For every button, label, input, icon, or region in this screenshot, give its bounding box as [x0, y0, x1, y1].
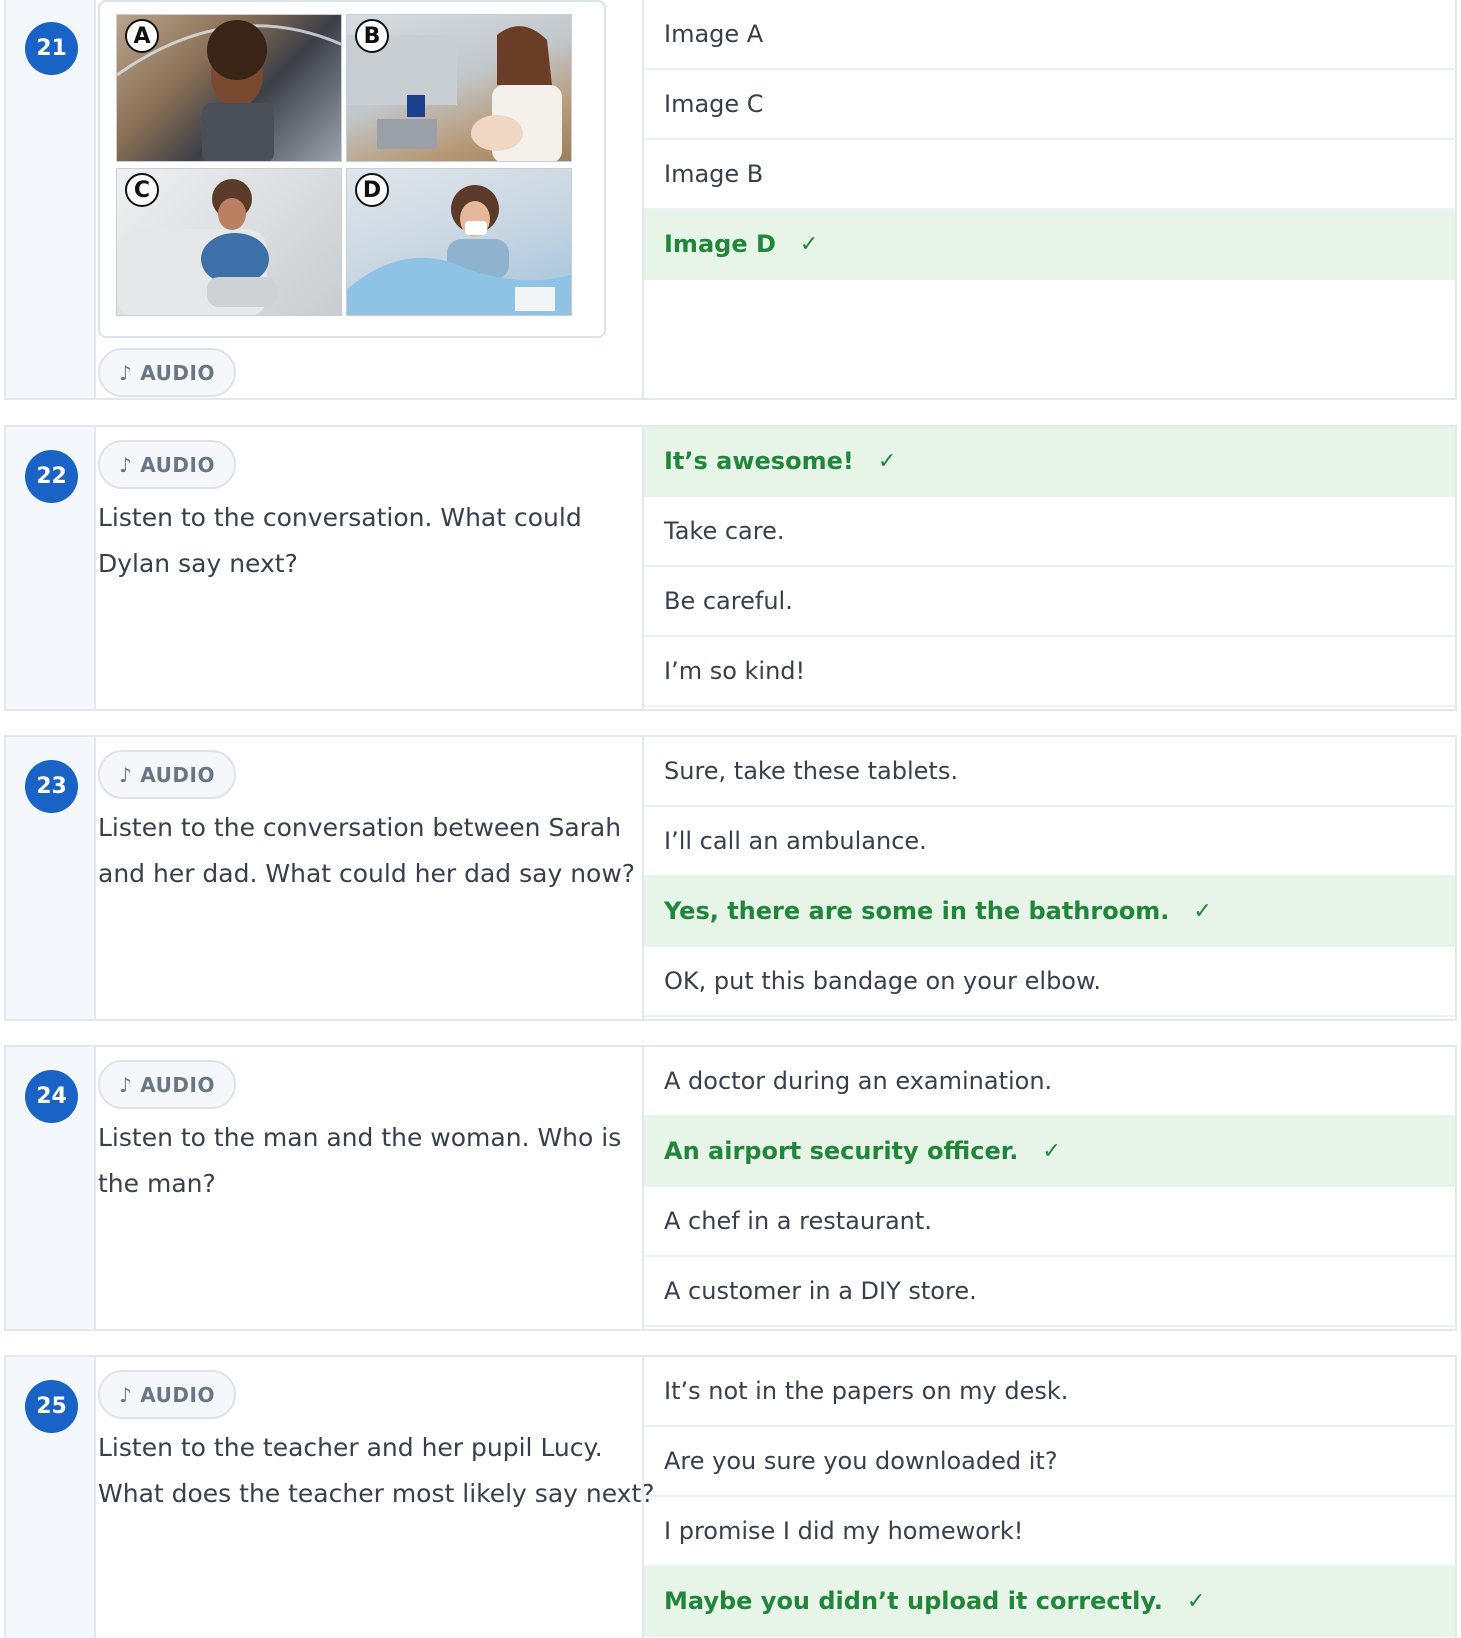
answer-option[interactable]: A doctor during an examination.: [644, 1047, 1455, 1117]
audio-button[interactable]: ♪ AUDIO: [98, 348, 236, 397]
question-card: 25 ♪ AUDIO Listen to the teacher and her…: [4, 1355, 1457, 1638]
options-list: Sure, take these tablets. I’ll call an a…: [642, 737, 1455, 1019]
music-note-icon: ♪: [119, 762, 133, 787]
check-icon: ✓: [799, 231, 819, 257]
answer-option[interactable]: Are you sure you downloaded it?: [644, 1427, 1455, 1497]
answer-option[interactable]: I promise I did my homework!: [644, 1497, 1455, 1567]
image-option-b[interactable]: B: [346, 14, 572, 162]
audio-label: AUDIO: [140, 762, 215, 787]
answer-option[interactable]: Sure, take these tablets.: [644, 737, 1455, 807]
options-list: It’s not in the papers on my desk. Are y…: [642, 1357, 1455, 1638]
answer-option-correct[interactable]: It’s awesome! ✓: [644, 427, 1455, 497]
answer-option-correct[interactable]: Yes, there are some in the bathroom. ✓: [644, 877, 1455, 947]
options-list: It’s awesome! ✓ Take care. Be careful. I’…: [642, 427, 1455, 709]
image-label: D: [355, 173, 389, 207]
question-card: 23 ♪ AUDIO Listen to the conversation be…: [4, 735, 1457, 1021]
options-list: A doctor during an examination. An airpo…: [642, 1047, 1455, 1329]
image-grid: A B C D: [98, 0, 606, 338]
audio-button[interactable]: ♪ AUDIO: [98, 440, 236, 489]
question-prompt: Listen to the man and the woman. Who is …: [98, 1123, 622, 1198]
audio-label: AUDIO: [140, 1382, 215, 1407]
answer-option[interactable]: Take care.: [644, 497, 1455, 567]
image-option-c[interactable]: C: [116, 168, 342, 316]
audio-label: AUDIO: [140, 360, 215, 385]
answer-option[interactable]: Image C: [644, 70, 1455, 140]
music-note-icon: ♪: [119, 1072, 133, 1097]
check-icon: ✓: [1186, 1588, 1206, 1614]
question-prompt: Listen to the conversation. What could D…: [98, 503, 582, 578]
question-number: 23: [25, 760, 78, 813]
image-label: B: [355, 19, 389, 53]
answer-option[interactable]: Image A: [644, 0, 1455, 70]
answer-option[interactable]: Image B: [644, 140, 1455, 210]
question-card: 22 ♪ AUDIO Listen to the conversation. W…: [4, 425, 1457, 711]
answer-option[interactable]: Be careful.: [644, 567, 1455, 637]
question-number: 22: [25, 450, 78, 503]
audio-label: AUDIO: [140, 1072, 215, 1097]
image-label: C: [125, 173, 159, 207]
answer-option[interactable]: It’s not in the papers on my desk.: [644, 1357, 1455, 1427]
music-note-icon: ♪: [119, 1382, 133, 1407]
answer-option-correct[interactable]: Maybe you didn’t upload it correctly. ✓: [644, 1567, 1455, 1637]
image-label: A: [125, 19, 159, 53]
question-number: 21: [25, 22, 78, 75]
question-prompt: Listen to the conversation between Sarah…: [98, 813, 636, 888]
question-card: 21 A B C D ♪ AUDIO Image A Image C Image…: [4, 0, 1457, 400]
answer-option-correct[interactable]: Image D ✓: [644, 210, 1455, 280]
image-option-d[interactable]: D: [346, 168, 572, 316]
answer-option[interactable]: I’m so kind!: [644, 637, 1455, 707]
answer-option[interactable]: OK, put this bandage on your elbow.: [644, 947, 1455, 1017]
audio-button[interactable]: ♪ AUDIO: [98, 750, 236, 799]
answer-option[interactable]: I’ll call an ambulance.: [644, 807, 1455, 877]
check-icon: ✓: [1193, 898, 1212, 924]
audio-label: AUDIO: [140, 452, 215, 477]
question-prompt: Listen to the teacher and her pupil Lucy…: [98, 1433, 655, 1508]
check-icon: ✓: [1042, 1138, 1061, 1164]
answer-option-correct[interactable]: An airport security officer. ✓: [644, 1117, 1455, 1187]
music-note-icon: ♪: [119, 360, 133, 385]
question-number: 25: [25, 1380, 78, 1433]
image-option-a[interactable]: A: [116, 14, 342, 162]
question-card: 24 ♪ AUDIO Listen to the man and the wom…: [4, 1045, 1457, 1331]
answer-option[interactable]: A chef in a restaurant.: [644, 1187, 1455, 1257]
music-note-icon: ♪: [119, 452, 133, 477]
answer-option[interactable]: A customer in a DIY store.: [644, 1257, 1455, 1327]
audio-button[interactable]: ♪ AUDIO: [98, 1370, 236, 1419]
question-number: 24: [25, 1070, 78, 1123]
check-icon: ✓: [877, 448, 897, 474]
audio-button[interactable]: ♪ AUDIO: [98, 1060, 236, 1109]
options-list: Image A Image C Image B Image D ✓: [642, 0, 1455, 398]
